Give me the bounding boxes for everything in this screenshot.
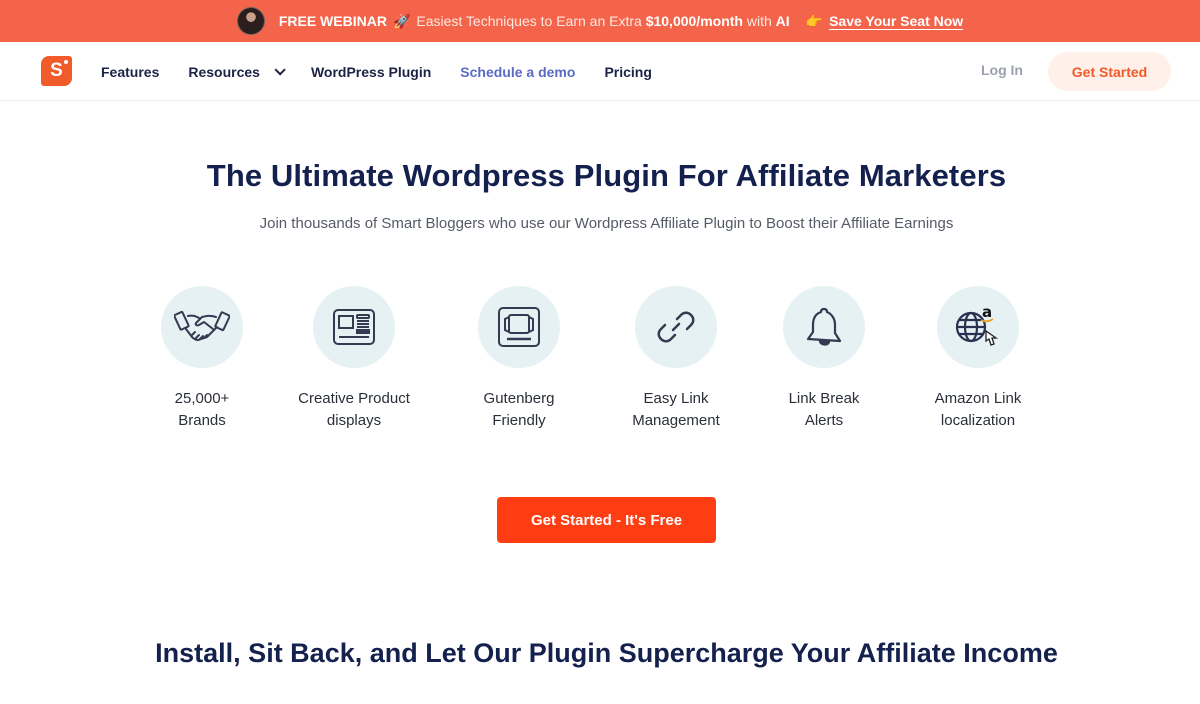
feature-label: 25,000+ Brands (122, 388, 282, 432)
feature-icon-circle (161, 286, 243, 368)
feature-icon-circle (783, 286, 865, 368)
feature-line1: 25,000+ (174, 390, 230, 407)
gutenberg-icon (498, 307, 540, 347)
save-seat-link[interactable]: Save Your Seat Now (829, 13, 963, 29)
feature-line2: localization (940, 412, 1016, 429)
promo-banner: FREE WEBINAR 🚀 Easiest Techniques to Ear… (0, 0, 1200, 42)
pointing-hand-icon: 👉 (805, 12, 824, 29)
promo-label: FREE WEBINAR (278, 13, 387, 29)
logo-dot (64, 60, 68, 64)
feature-line2: Management (632, 412, 720, 429)
login-link[interactable]: Log In (981, 62, 1023, 78)
feature-line1: Creative Product (298, 390, 410, 407)
nav-schedule-demo-label: Schedule a demo (460, 63, 576, 80)
feature-icon-circle: a (937, 286, 1019, 368)
section-title: Install, Sit Back, and Let Our Plugin Su… (155, 638, 1058, 668)
nav-links: Features Resources WordPress Plugin Sche… (101, 42, 681, 101)
promo-text-prefix: Easiest Techniques to Earn an Extra (416, 13, 642, 29)
navbar: S Features Resources WordPress Plugin Sc… (0, 42, 1200, 101)
feature-line1: Amazon Link (934, 390, 1022, 407)
feature-label: Creative Product displays (274, 388, 434, 432)
nav-features[interactable]: Features (101, 64, 159, 80)
feature-label: Gutenberg Friendly (439, 388, 599, 432)
nav-resources[interactable]: Resources (188, 63, 286, 80)
feature-line2: Brands (178, 412, 226, 429)
handshake-icon (174, 310, 230, 341)
get-started-nav-button[interactable]: Get Started (1048, 52, 1171, 91)
feature-gutenberg: Gutenberg Friendly (439, 286, 599, 432)
amazon-globe-icon: a (955, 303, 999, 346)
promo-ai: AI (775, 13, 790, 29)
feature-icon-circle (313, 286, 395, 368)
feature-list: 25,000+ Brands Creative Product displays (0, 286, 1200, 446)
nav-pricing[interactable]: Pricing (604, 64, 651, 80)
get-started-free-button[interactable]: Get Started - It's Free (497, 497, 716, 543)
feature-line1: Link Break (788, 390, 860, 407)
feature-line2: Alerts (804, 412, 844, 429)
feature-line2: Friendly (492, 412, 546, 429)
feature-brands: 25,000+ Brands (122, 286, 282, 432)
feature-label: Easy Link Management (596, 388, 756, 432)
feature-amazon-localization: a Amazon Link localization (898, 286, 1058, 432)
feature-link-break-alerts: Link Break Alerts (744, 286, 904, 432)
nav-wordpress-plugin-label: WordPress Plugin (310, 63, 432, 80)
hero-title: The Ultimate Wordpress Plugin For Affili… (206, 158, 1007, 193)
bell-icon (806, 307, 842, 346)
nav-schedule-demo[interactable]: Schedule a demo (460, 64, 575, 80)
logo-letter: S (50, 60, 63, 81)
feature-line1: Gutenberg (483, 390, 555, 407)
svg-text:a: a (982, 303, 992, 321)
link-icon (657, 311, 695, 343)
feature-icon-circle (635, 286, 717, 368)
promo-amount: $10,000/month (645, 13, 743, 29)
logo[interactable]: S (41, 56, 72, 86)
hero-subtitle: Join thousands of Smart Bloggers who use… (259, 215, 954, 232)
feature-label: Link Break Alerts (744, 388, 904, 432)
rocket-icon: 🚀 (392, 12, 411, 29)
nav-features-label: Features (101, 63, 160, 80)
feature-icon-circle (478, 286, 560, 368)
nav-resources-label: Resources (188, 63, 260, 80)
nav-pricing-label: Pricing (604, 63, 652, 80)
host-avatar (236, 7, 265, 35)
product-display-icon (333, 309, 375, 345)
nav-wordpress-plugin[interactable]: WordPress Plugin (311, 64, 431, 80)
feature-line2: displays (326, 412, 382, 429)
feature-product-displays: Creative Product displays (274, 286, 434, 432)
promo-text-mid: with (746, 13, 772, 29)
chevron-down-icon (274, 63, 286, 76)
feature-line1: Easy Link (643, 390, 709, 407)
feature-link-management: Easy Link Management (596, 286, 756, 432)
feature-label: Amazon Link localization (898, 388, 1058, 432)
